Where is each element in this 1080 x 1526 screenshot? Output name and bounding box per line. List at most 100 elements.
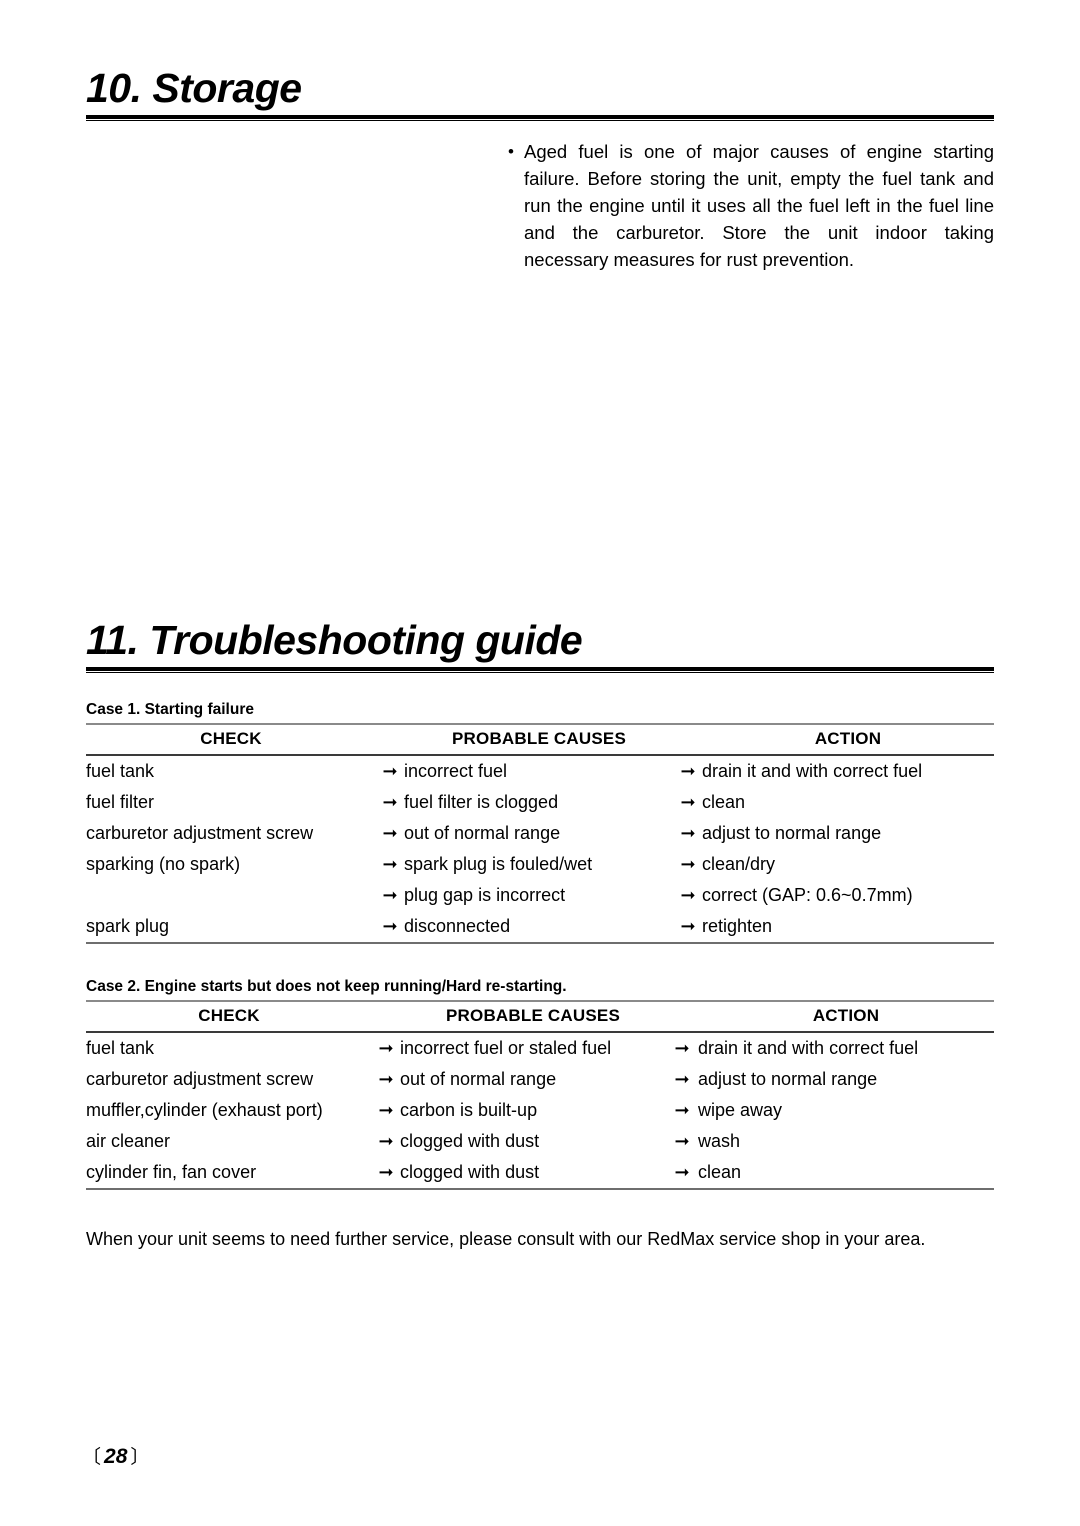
- cell-action: wash: [698, 1131, 741, 1151]
- arrow-right-icon: ➞: [378, 1131, 394, 1151]
- arrow-right-icon: ➞: [382, 916, 398, 936]
- cell-check: fuel tank: [86, 1038, 155, 1058]
- case-2-bottom-rule: [86, 1188, 994, 1190]
- case-2-table-body: fuel tank ➞ incorrect fuel or staled fuel ➞…: [86, 1033, 994, 1188]
- table-row: muffler,cylinder (exhaust port) ➞ carbon i…: [86, 1095, 994, 1126]
- table-row: spark plug ➞ disconnected ➞ retighten: [86, 911, 994, 942]
- page-number: 〔 28 〕: [82, 1444, 149, 1471]
- arrow-right-icon: ➞: [680, 916, 696, 936]
- cell-action: clean: [702, 792, 746, 812]
- cell-probable-cause: carbon is built-up: [400, 1100, 538, 1120]
- table-row: carburetor adjustment screw ➞ out of norma…: [86, 818, 994, 849]
- cell-action: clean/dry: [702, 854, 776, 874]
- arrow-right-icon: ➞: [382, 854, 398, 874]
- column-header-check: CHECK: [198, 1006, 260, 1025]
- table-row: fuel tank ➞ incorrect fuel or staled fuel ➞…: [86, 1033, 994, 1064]
- cell-probable-cause: incorrect fuel or staled fuel: [400, 1038, 612, 1058]
- cell-probable-cause: clogged with dust: [400, 1131, 540, 1151]
- case-2-table-head: CHECK PROBABLE CAUSES ACTION: [86, 1002, 994, 1031]
- cell-action: wipe away: [698, 1100, 783, 1120]
- cell-check: air cleaner: [86, 1131, 171, 1151]
- column-header-probable-causes: PROBABLE CAUSES: [446, 1006, 620, 1025]
- table-row: carburetor adjustment screw ➞ out of norma…: [86, 1064, 994, 1095]
- section-heading-storage: 10. Storage: [86, 68, 994, 121]
- arrow-right-icon: ➞: [674, 1069, 690, 1089]
- cell-check: muffler,cylinder (exhaust port): [86, 1100, 323, 1120]
- column-header-probable-causes: PROBABLE CAUSES: [452, 729, 626, 748]
- page-number-close-bracket: 〕: [130, 1447, 150, 1468]
- case-2-table: CHECK PROBABLE CAUSES ACTION: [86, 1002, 994, 1031]
- cell-probable-cause: disconnected: [404, 916, 511, 936]
- arrow-right-icon: ➞: [680, 854, 696, 874]
- table-row: sparking (no spark) ➞ spark plug is fouled…: [86, 849, 994, 880]
- cell-action: adjust to normal range: [698, 1069, 878, 1089]
- table-header-row: CHECK PROBABLE CAUSES ACTION: [86, 1002, 994, 1031]
- cell-probable-cause: plug gap is incorrect: [404, 885, 566, 905]
- cell-check: [86, 880, 376, 911]
- cell-action: clean: [698, 1162, 742, 1182]
- page-number-open-bracket: 〔: [82, 1447, 102, 1468]
- cell-action: adjust to normal range: [702, 823, 882, 843]
- cell-action: correct (GAP: 0.6~0.7mm): [702, 885, 913, 905]
- arrow-right-icon: ➞: [378, 1038, 394, 1058]
- arrow-right-icon: ➞: [674, 1162, 690, 1182]
- column-header-check: CHECK: [200, 729, 262, 748]
- cell-probable-cause: clogged with dust: [400, 1162, 540, 1182]
- arrow-right-icon: ➞: [680, 885, 696, 905]
- table-row: fuel filter ➞ fuel filter is clogged ➞ clean: [86, 787, 994, 818]
- table-header-row: CHECK PROBABLE CAUSES ACTION: [86, 725, 994, 754]
- arrow-right-icon: ➞: [378, 1162, 394, 1182]
- cell-check: carburetor adjustment screw: [86, 1069, 314, 1089]
- section-rule: [86, 115, 994, 121]
- cell-action: drain it and with correct fuel: [702, 761, 923, 781]
- arrow-right-icon: ➞: [680, 792, 696, 812]
- bullet-icon: •: [508, 142, 514, 161]
- arrow-right-icon: ➞: [382, 792, 398, 812]
- storage-paragraph: Aged fuel is one of major causes of engi…: [524, 141, 994, 270]
- arrow-right-icon: ➞: [680, 761, 696, 781]
- cell-check: fuel filter: [86, 792, 155, 812]
- cell-action: drain it and with correct fuel: [698, 1038, 919, 1058]
- column-header-action: ACTION: [812, 1006, 880, 1025]
- case-1-table-body: fuel tank ➞ incorrect fuel ➞ drain it and wi…: [86, 756, 994, 942]
- table-row: air cleaner ➞ clogged with dust ➞ wash: [86, 1126, 994, 1157]
- table-row: fuel tank ➞ incorrect fuel ➞ drain it and wi…: [86, 756, 994, 787]
- arrow-right-icon: ➞: [382, 823, 398, 843]
- cell-check: spark plug: [86, 916, 170, 936]
- cell-check: fuel tank: [86, 761, 155, 781]
- case-1-table-head: CHECK PROBABLE CAUSES ACTION: [86, 725, 994, 754]
- arrow-right-icon: ➞: [674, 1038, 690, 1058]
- case-1-table-body-wrap: fuel tank ➞ incorrect fuel ➞ drain it and wi…: [86, 756, 994, 942]
- case-2-table-body-wrap: fuel tank ➞ incorrect fuel or staled fuel ➞…: [86, 1033, 994, 1188]
- arrow-right-icon: ➞: [674, 1131, 690, 1151]
- cell-action: retighten: [702, 916, 773, 936]
- document-page: 10. Storage • Aged fuel is one of major …: [0, 0, 1080, 1526]
- column-header-action: ACTION: [814, 729, 882, 748]
- arrow-right-icon: ➞: [382, 761, 398, 781]
- case-1-bottom-rule: [86, 942, 994, 944]
- section-heading-troubleshooting: 11. Troubleshooting guide: [86, 620, 994, 673]
- storage-bullet-item: • Aged fuel is one of major causes of en…: [508, 138, 994, 273]
- column-header-spacer-2: [674, 725, 702, 754]
- case-1-title: Case 1. Starting failure: [86, 701, 254, 718]
- arrow-right-icon: ➞: [680, 823, 696, 843]
- cell-probable-cause: incorrect fuel: [404, 761, 508, 781]
- cell-probable-cause: out of normal range: [404, 823, 561, 843]
- table-row: cylinder fin, fan cover ➞ clogged with dus…: [86, 1157, 994, 1188]
- case-1-table: CHECK PROBABLE CAUSES ACTION: [86, 725, 994, 754]
- cell-probable-cause: fuel filter is clogged: [404, 792, 559, 812]
- page-number-value: 28: [104, 1445, 128, 1468]
- arrow-right-icon: ➞: [382, 885, 398, 905]
- arrow-right-icon: ➞: [378, 1069, 394, 1089]
- column-header-spacer-1: [372, 1002, 400, 1031]
- column-header-spacer-1: [376, 725, 404, 754]
- cell-probable-cause: out of normal range: [400, 1069, 557, 1089]
- storage-intro-block: • Aged fuel is one of major causes of en…: [508, 138, 994, 273]
- cell-probable-cause: spark plug is fouled/wet: [404, 854, 593, 874]
- case-2-block: Case 2. Engine starts but does not keep …: [86, 977, 994, 1190]
- column-header-spacer-2: [666, 1002, 698, 1031]
- cell-check: cylinder fin, fan cover: [86, 1162, 257, 1182]
- section-rule: [86, 667, 994, 673]
- case-2-title: Case 2. Engine starts but does not keep …: [86, 978, 567, 995]
- arrow-right-icon: ➞: [378, 1100, 394, 1120]
